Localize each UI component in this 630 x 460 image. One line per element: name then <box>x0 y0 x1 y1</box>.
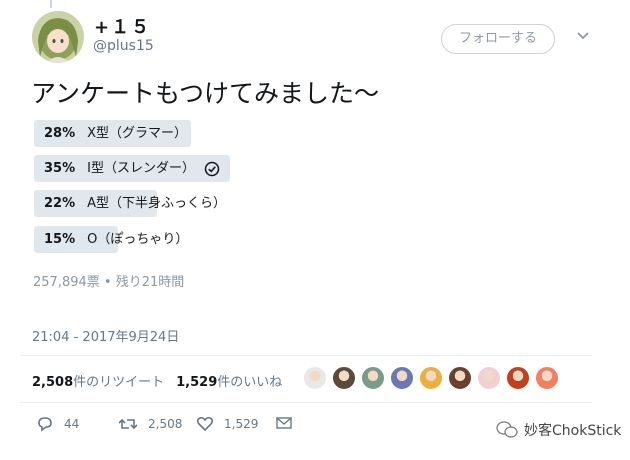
thread-line <box>50 0 52 8</box>
poll-percent: 15% <box>44 232 76 247</box>
watermark-text: 妙客ChokStick <box>524 423 622 439</box>
liker-avatar[interactable] <box>535 366 559 390</box>
liker-avatar[interactable] <box>303 366 327 390</box>
retweet-icon <box>118 418 138 430</box>
retweets-label[interactable]: 件のリツイート <box>73 375 164 390</box>
user-handle[interactable]: @plus15 <box>93 38 154 54</box>
reply-icon <box>38 417 52 432</box>
chevron-down-icon[interactable] <box>576 31 590 41</box>
poll-option-label: X型（グラマー） <box>87 126 188 141</box>
poll-option-label: A型（下半身ふっくら） <box>87 196 227 211</box>
liker-avatar[interactable] <box>448 366 472 390</box>
poll-option[interactable]: 28% X型（グラマー） <box>44 120 187 147</box>
reply-action[interactable]: 44 <box>36 416 79 432</box>
poll-option[interactable]: 15% O（ぽっちゃり） <box>44 226 188 253</box>
retweet-count: 2,508 <box>148 417 183 431</box>
retweet-action[interactable]: 2,508 <box>118 416 182 432</box>
direct-message-action[interactable] <box>276 416 292 430</box>
timestamp[interactable]: 21:04 - 2017年9月24日 <box>32 326 179 345</box>
poll-option[interactable]: 35% I型（スレンダー） <box>44 155 195 182</box>
follow-button[interactable]: フォローする <box>441 24 555 54</box>
likes-label[interactable]: 件のいいね <box>217 375 282 390</box>
liker-avatar[interactable] <box>506 366 530 390</box>
liker-avatar[interactable] <box>477 366 501 390</box>
wechat-icon <box>496 421 518 438</box>
poll-option-label: I型（スレンダー） <box>87 161 195 176</box>
watermark: 妙客ChokStick <box>496 420 621 440</box>
engagement-stats: 2,508件のリツイート 1,529件のいいね <box>32 371 282 390</box>
avatar[interactable] <box>32 11 84 63</box>
likes-count[interactable]: 1,529 <box>176 375 217 390</box>
avatar-image <box>38 18 78 63</box>
liker-avatar[interactable] <box>419 366 443 390</box>
poll-percent: 22% <box>44 196 76 211</box>
poll-option[interactable]: 22% A型（下半身ふっくら） <box>44 190 226 217</box>
retweets-count[interactable]: 2,508 <box>32 375 73 390</box>
check-circle-icon <box>204 161 220 177</box>
reply-count: 44 <box>64 417 80 431</box>
liker-avatar[interactable] <box>361 366 385 390</box>
envelope-icon <box>276 417 292 429</box>
poll-percent: 35% <box>44 161 76 176</box>
poll-percent: 28% <box>44 126 76 141</box>
liker-avatar[interactable] <box>390 366 414 390</box>
heart-icon <box>196 416 214 432</box>
like-count: 1,529 <box>224 417 259 431</box>
poll-meta: 257,894票 • 残り21時間 <box>33 275 185 290</box>
display-name[interactable]: +１５ <box>94 13 151 39</box>
liker-avatar[interactable] <box>332 366 356 390</box>
like-action[interactable]: 1,529 <box>196 416 258 432</box>
divider <box>20 402 592 403</box>
poll-option-label: O（ぽっちゃり） <box>87 232 189 247</box>
divider <box>20 355 592 356</box>
tweet-text: アンケートもつけてみました～ <box>31 79 380 108</box>
